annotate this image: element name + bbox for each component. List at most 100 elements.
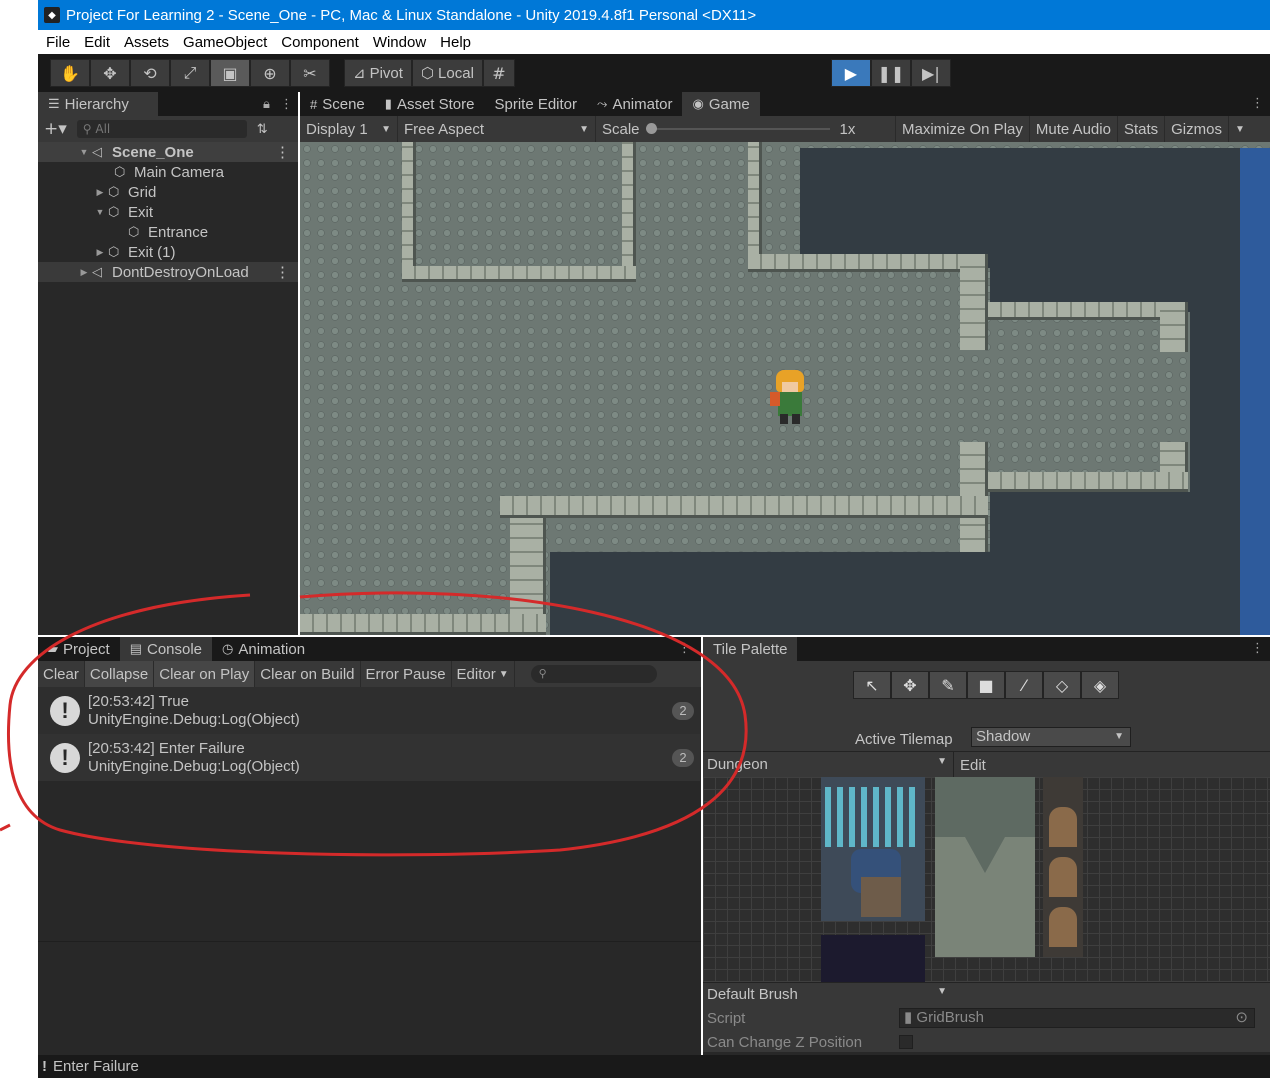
tab-console[interactable]: ▤ Console <box>119 637 213 661</box>
tab-label: Console <box>146 640 203 658</box>
clear-button[interactable]: Clear <box>38 661 85 687</box>
hierarchy-item-exit-1[interactable]: ▶ ⬡ Exit (1) <box>38 242 298 262</box>
tab-game[interactable]: ◉ Game <box>682 92 760 116</box>
custom-tool-icon[interactable]: ✂ <box>290 59 330 87</box>
scale-slider-thumb[interactable] <box>645 123 657 134</box>
menu-window[interactable]: Window <box>373 34 426 51</box>
kebab-menu-icon[interactable]: ⋮ <box>275 263 290 281</box>
game-viewport[interactable] <box>300 142 1270 635</box>
script-field[interactable]: ▮ GridBrush ⊙ <box>899 1008 1255 1028</box>
hierarchy-search-input[interactable]: ⚲ All <box>76 120 247 138</box>
script-value: GridBrush <box>916 1009 984 1026</box>
brush-dropdown[interactable]: Default Brush ▼ <box>707 986 951 1003</box>
select-tool-icon[interactable]: ↖ <box>853 671 891 699</box>
kebab-menu-icon[interactable]: ⋮ <box>275 143 290 161</box>
menu-gameobject[interactable]: GameObject <box>183 34 267 51</box>
hierarchy-item-grid[interactable]: ▶ ⬡ Grid <box>38 182 298 202</box>
editor-dropdown[interactable]: Editor ▼ <box>452 661 515 687</box>
collapse-arrow-icon[interactable]: ▶ <box>94 247 106 258</box>
kebab-menu-icon[interactable]: ⋮ <box>280 97 293 112</box>
eraser-icon[interactable]: ◇ <box>1043 671 1081 699</box>
menu-component[interactable]: Component <box>281 34 359 51</box>
move-tool-icon[interactable]: ✥ <box>90 59 130 87</box>
hierarchy-item-dontdestroyonload[interactable]: ▶ ◁ DontDestroyOnLoad ⋮ <box>38 262 298 282</box>
tab-animator[interactable]: ⤳ Animator <box>587 92 682 116</box>
tile-palette-tools: ↖ ✥ ✎ ■ ⁄ ◇ ◈ Active Tilemap Shadow ▼ <box>703 661 1270 751</box>
grid-snap-icon[interactable]: # <box>482 59 515 87</box>
menu-help[interactable]: Help <box>440 34 471 51</box>
pivot-toggle[interactable]: ⊿ Pivot <box>344 59 412 87</box>
clear-on-build-toggle[interactable]: Clear on Build <box>255 661 361 687</box>
stats-toggle[interactable]: Stats <box>1118 116 1166 142</box>
unity-logo-icon: ◆ <box>44 7 60 23</box>
tab-hierarchy[interactable]: ☰ Hierarchy <box>38 92 158 116</box>
palette-edit-button[interactable]: Edit <box>953 752 992 778</box>
gizmos-toggle[interactable]: Gizmos <box>1165 116 1229 142</box>
tab-scene[interactable]: # Scene <box>300 92 375 116</box>
fill-bucket-icon[interactable]: ◈ <box>1081 671 1119 699</box>
expand-arrow-icon[interactable]: ▼ <box>94 207 106 217</box>
transform-tool-icon[interactable]: ⊕ <box>250 59 290 87</box>
gizmos-dropdown-icon[interactable]: ▼ <box>1229 116 1251 142</box>
expand-arrow-icon[interactable]: ▼ <box>78 147 90 157</box>
status-message[interactable]: Enter Failure <box>53 1058 139 1075</box>
kebab-menu-icon[interactable]: ⋮ <box>1251 92 1264 116</box>
palette-dropdown[interactable]: Dungeon ▼ <box>707 756 951 773</box>
can-change-z-checkbox[interactable] <box>899 1035 913 1049</box>
menu-assets[interactable]: Assets <box>124 34 169 51</box>
hand-tool-icon[interactable]: ✋ <box>50 59 90 87</box>
collapse-arrow-icon[interactable]: ▶ <box>94 187 106 198</box>
scale-tool-icon[interactable]: ⤢ <box>170 59 210 87</box>
hierarchy-item-scene-one[interactable]: ▼ ◁ Scene_One ⋮ <box>38 142 298 162</box>
dungeon-wall <box>622 142 636 282</box>
active-tilemap-dropdown[interactable]: Shadow ▼ <box>971 727 1131 747</box>
lock-icon[interactable]: 🔒︎ <box>263 97 270 112</box>
tile-palette-grid[interactable] <box>703 777 1270 982</box>
console-detail-area <box>38 942 701 1054</box>
log-stack: UnityEngine.Debug:Log(Object) <box>88 757 300 775</box>
console-search-input[interactable]: ⚲ <box>530 665 657 683</box>
pause-button[interactable]: ❚❚ <box>870 59 911 87</box>
rotate-tool-icon[interactable]: ⟲ <box>130 59 170 87</box>
dungeon-wall <box>402 266 636 282</box>
log-entry[interactable]: ! [20:53:42] True UnityEngine.Debug:Log(… <box>38 687 700 734</box>
hierarchy-item-exit[interactable]: ▼ ⬡ Exit <box>38 202 298 222</box>
aspect-dropdown[interactable]: Free Aspect ▼ <box>398 116 596 142</box>
menu-edit[interactable]: Edit <box>84 34 110 51</box>
local-toggle[interactable]: ⬡ Local <box>411 59 483 87</box>
log-entry[interactable]: ! [20:53:42] Enter Failure UnityEngine.D… <box>38 734 700 781</box>
tab-animation[interactable]: ◷ Animation <box>212 637 315 661</box>
object-picker-icon[interactable]: ⊙ <box>1235 1009 1248 1027</box>
rect-tool-icon[interactable]: ▣ <box>210 59 250 87</box>
collapse-toggle[interactable]: Collapse <box>84 661 155 687</box>
kebab-menu-icon[interactable]: ⋮ <box>678 637 691 661</box>
sort-icon[interactable]: ⇅ <box>257 122 268 137</box>
hierarchy-item-entrance[interactable]: ⬡ Entrance <box>38 222 298 242</box>
tab-label: Animator <box>612 95 673 113</box>
kebab-menu-icon[interactable]: ⋮ <box>1251 637 1264 661</box>
hierarchy-item-label: DontDestroyOnLoad <box>112 263 249 281</box>
menu-file[interactable]: File <box>46 34 70 51</box>
create-plus-icon[interactable]: +▾ <box>44 119 67 139</box>
hierarchy-item-main-camera[interactable]: ⬡ Main Camera <box>38 162 298 182</box>
display-dropdown[interactable]: Display 1 ▼ <box>300 116 398 142</box>
paint-brush-icon[interactable]: ✎ <box>929 671 967 699</box>
collapse-arrow-icon[interactable]: ▶ <box>78 267 90 278</box>
move-tool-icon[interactable]: ✥ <box>891 671 929 699</box>
scale-slider-track[interactable] <box>645 123 830 134</box>
tab-asset-store[interactable]: ▮ Asset Store <box>375 92 485 116</box>
maximize-on-play-toggle[interactable]: Maximize On Play <box>896 116 1030 142</box>
tab-project[interactable]: ▰ Project <box>38 637 120 661</box>
box-fill-icon[interactable]: ■ <box>967 671 1005 699</box>
tab-tile-palette[interactable]: Tile Palette <box>703 637 798 661</box>
error-pause-toggle[interactable]: Error Pause <box>361 661 452 687</box>
picker-icon[interactable]: ⁄ <box>1005 671 1043 699</box>
dungeon-wall <box>748 142 762 272</box>
step-button[interactable]: ▶| <box>910 59 951 87</box>
clear-on-play-toggle[interactable]: Clear on Play <box>154 661 256 687</box>
mute-audio-toggle[interactable]: Mute Audio <box>1030 116 1118 142</box>
play-button[interactable]: ▶ <box>830 59 871 87</box>
dark-void <box>800 148 1240 268</box>
tab-sprite-editor[interactable]: Sprite Editor <box>484 92 587 116</box>
scale-slider[interactable]: Scale 1x <box>596 116 896 142</box>
